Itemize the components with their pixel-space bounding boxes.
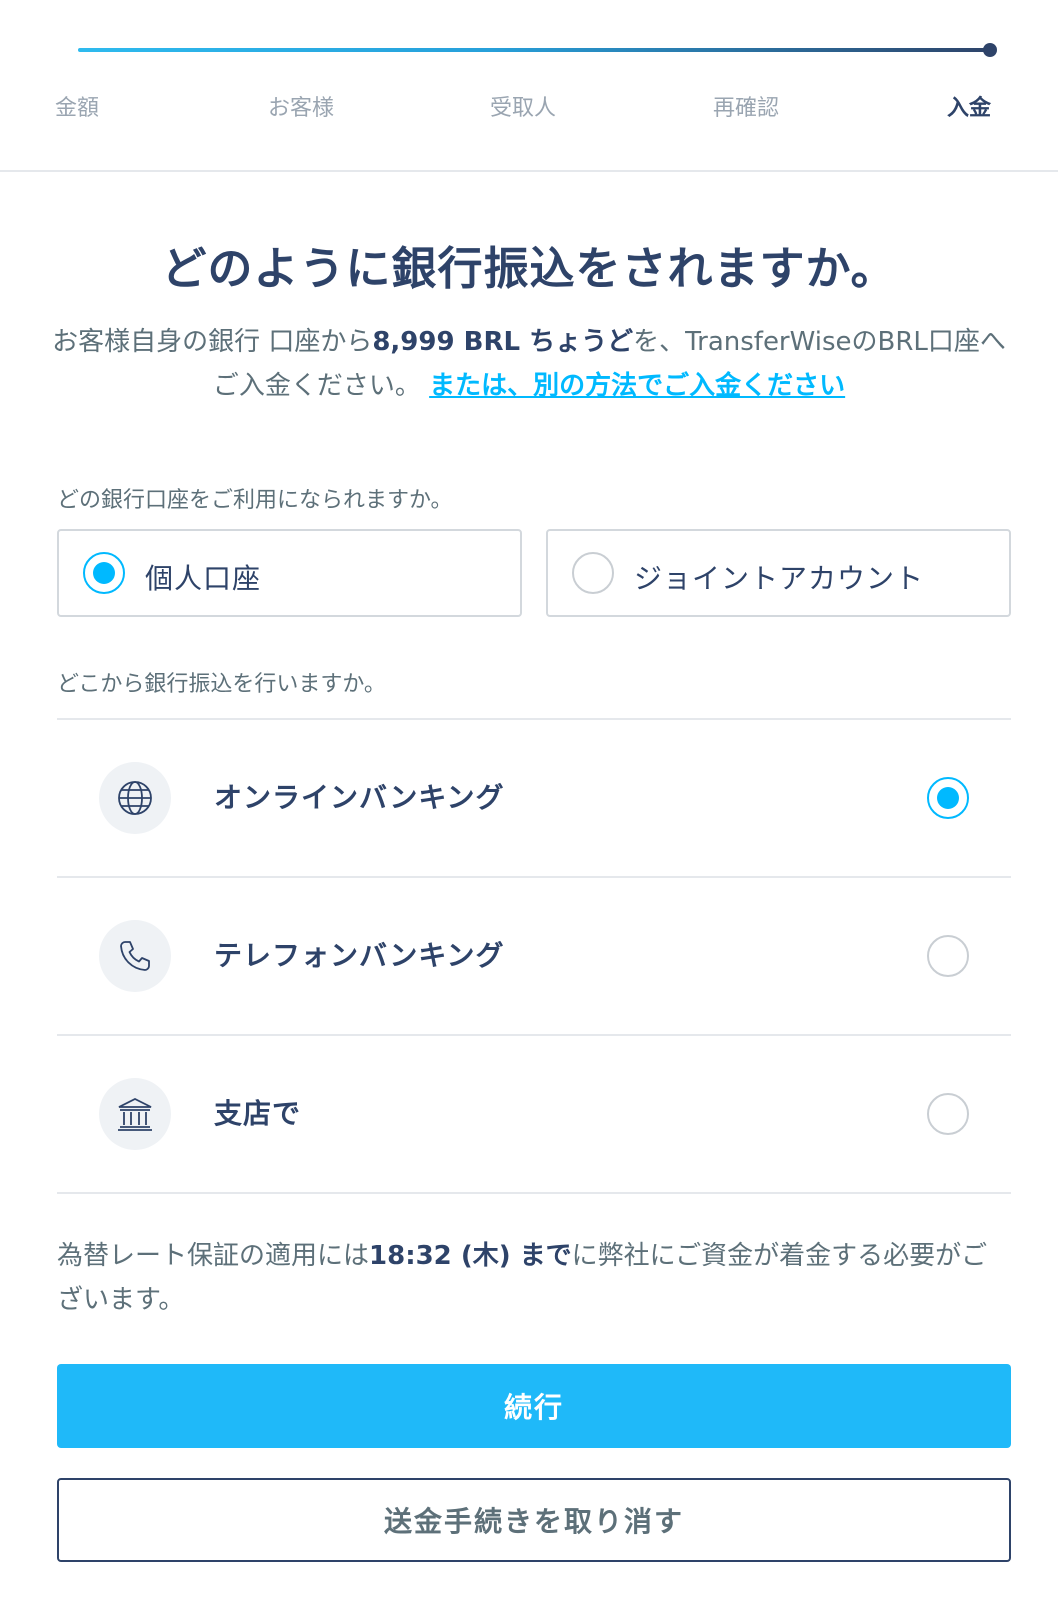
account-option-label: ジョイントアカウント (634, 562, 925, 595)
radio-online-banking[interactable] (927, 777, 969, 819)
other-method-link[interactable]: または、別の方法でご入金ください (429, 371, 845, 401)
account-option-joint[interactable]: ジョイントアカウント (546, 529, 1011, 617)
notice-text-1: 為替レート保証の適用には (57, 1241, 370, 1271)
page-title: どのように銀行振込をされますか。 (161, 242, 897, 295)
intro-text-1: お客様自身の銀行 口座から (52, 327, 373, 357)
step-review: 再確認 (713, 96, 780, 121)
step-customer: お客様 (268, 96, 335, 121)
account-option-label: 個人口座 (145, 562, 262, 595)
stepper-track (78, 48, 992, 52)
phone-icon (99, 920, 171, 992)
transfer-method-list: オンラインバンキング テレフォンバンキング 支店で (57, 718, 1011, 1194)
step-payment: 入金 (947, 96, 992, 121)
intro-text: お客様自身の銀行 口座から8,999 BRL ちょうどを、TransferWis… (40, 320, 1018, 408)
step-amount: 金額 (55, 96, 100, 121)
method-label: テレフォンバンキング (214, 939, 505, 972)
step-recipient: 受取人 (490, 96, 557, 121)
method-telephone-banking[interactable]: テレフォンバンキング (57, 878, 1011, 1036)
method-in-branch[interactable]: 支店で (57, 1036, 1011, 1194)
continue-button[interactable]: 続行 (57, 1364, 1011, 1448)
notice-deadline: 18:32 (木) まで (369, 1241, 572, 1271)
radio-telephone-banking[interactable] (927, 935, 969, 977)
account-option-personal[interactable]: 個人口座 (57, 529, 522, 617)
account-question: どの銀行口座をご利用になられますか。 (57, 488, 453, 513)
method-label: オンラインバンキング (214, 781, 505, 814)
radio-joint-account[interactable] (572, 552, 614, 594)
radio-personal-account[interactable] (83, 552, 125, 594)
cancel-transfer-button[interactable]: 送金手続きを取り消す (57, 1478, 1011, 1562)
globe-icon (99, 762, 171, 834)
stepper-current-dot (983, 43, 997, 57)
intro-amount: 8,999 BRL ちょうど (372, 327, 634, 357)
method-online-banking[interactable]: オンラインバンキング (57, 720, 1011, 878)
radio-in-branch[interactable] (927, 1093, 969, 1135)
method-question: どこから銀行振込を行いますか。 (57, 672, 386, 697)
method-label: 支店で (214, 1097, 302, 1130)
progress-stepper: 金額 お客様 受取人 再確認 入金 (0, 0, 1058, 172)
bank-icon (99, 1078, 171, 1150)
rate-guarantee-notice: 為替レート保証の適用には18:32 (木) までに弊社にご資金が着金する必要がご… (57, 1234, 1011, 1322)
